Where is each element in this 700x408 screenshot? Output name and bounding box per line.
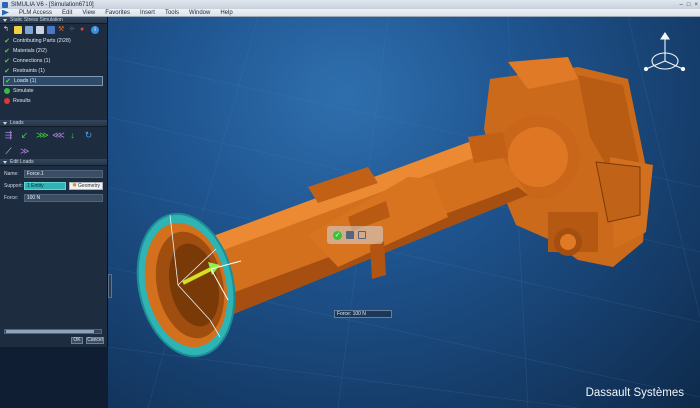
panel-scrollbar[interactable] <box>4 329 102 334</box>
context-toolbar: ✓ <box>327 226 383 244</box>
tree-item-label: Simulate <box>13 88 34 94</box>
support-label: Support: <box>4 182 23 189</box>
scrollbar-thumb[interactable] <box>6 330 94 333</box>
results-status-icon <box>4 98 10 104</box>
scene-graphics <box>108 17 700 408</box>
menu-window[interactable]: Window <box>189 10 210 16</box>
force-label: Force: <box>4 194 19 201</box>
tree-item-restraints[interactable]: ✔ Restraints (1) <box>0 66 107 76</box>
window-title: SIMULIA V6 - [Simulation6710] <box>11 1 94 8</box>
simulate-status-icon <box>4 88 10 94</box>
bearing-load-icon[interactable]: ≫ <box>20 147 29 156</box>
force-readout-label: Force: <box>337 311 352 317</box>
edit-loads-header[interactable]: Edit Loads <box>0 159 107 166</box>
compass-widget[interactable] <box>643 32 686 72</box>
force-field[interactable]: 100 N <box>23 193 103 202</box>
force-row: Force: 100 N <box>4 193 103 202</box>
3d-viewport[interactable]: ✓ Force: 100 N Dassault Systèmes <box>108 17 700 408</box>
tree-item-simulate[interactable]: Simulate <box>0 86 107 96</box>
gear-icon: ✹ <box>72 183 78 189</box>
loads-toolbar: ⇶ ↙ ⋙ ⋘ ↓ ↻ ⟋ ≫ <box>0 127 107 159</box>
name-label: Name: <box>4 170 19 177</box>
check-icon: ✔ <box>5 78 11 85</box>
axle-housing <box>484 57 653 267</box>
pin-icon[interactable]: ● <box>80 26 88 34</box>
tree-item-label: Connections (1) <box>13 58 51 64</box>
maximize-button[interactable]: □ <box>687 2 691 8</box>
menu-tools[interactable]: Tools <box>165 10 179 16</box>
tree-item-materials[interactable]: ✔ Materials (2\2) <box>0 46 107 56</box>
geometry-button-label: Geometry <box>78 182 100 189</box>
tree-item-loads[interactable]: ✔ Loads (1) <box>3 76 103 86</box>
close-button[interactable]: × <box>694 2 698 8</box>
check-icon: ✔ <box>4 58 10 65</box>
loads-title: Loads <box>10 120 24 126</box>
minimize-button[interactable]: – <box>680 2 683 8</box>
menu-help[interactable]: Help <box>220 10 232 16</box>
collapse-icon <box>3 18 7 22</box>
info-icon[interactable]: i <box>91 26 99 34</box>
ok-button[interactable]: OK <box>71 337 83 344</box>
window-controls: – □ × <box>680 0 698 9</box>
dots-icon[interactable]: ⁘ <box>69 26 77 34</box>
tree-item-label: Materials (2\2) <box>13 48 47 54</box>
menu-bar: PLM Access Edit View Favorites Insert To… <box>0 9 700 17</box>
tree-item-label: Contributing Parts (2\28) <box>13 38 71 44</box>
tree-item-connections[interactable]: ✔ Connections (1) <box>0 56 107 66</box>
grid-icon[interactable] <box>14 26 22 34</box>
check-icon: ✔ <box>4 68 10 75</box>
part-icon[interactable] <box>25 26 33 34</box>
panel-collapse-tab[interactable] <box>108 274 112 298</box>
force-readout[interactable]: Force: 100 N <box>334 310 392 318</box>
edit-loads-form: Name: Force.1 Support: 1 Entity ✹ Geomet… <box>0 166 107 208</box>
tree-item-label: Loads (1) <box>14 78 37 84</box>
edit-icon[interactable] <box>346 231 354 239</box>
support-row: Support: 1 Entity ✹ Geometry <box>4 181 103 190</box>
force-readout-value: 100 N <box>352 311 366 317</box>
tree-item-label: Results <box>13 98 31 104</box>
compass-menu-icon[interactable] <box>2 9 9 16</box>
pressure-icon[interactable]: ⇶ <box>4 131 13 140</box>
static-stress-title: Static Stress Simulation <box>10 17 63 23</box>
loads-header[interactable]: Loads <box>0 120 107 127</box>
tree-item-label: Restraints (1) <box>13 68 45 74</box>
tree-item-contributing-parts[interactable]: ✔ Contributing Parts (2\28) <box>0 36 107 46</box>
simulation-toolbar: ↰ ⚒ ⁘ ● i <box>0 24 107 36</box>
check-icon: ✔ <box>4 48 10 55</box>
cancel-button[interactable]: Cancel <box>86 337 104 344</box>
menu-favorites[interactable]: Favorites <box>105 10 130 16</box>
moment-icon[interactable]: ⋘ <box>52 131 65 140</box>
name-row: Name: Force.1 <box>4 169 103 178</box>
menu-plm-access[interactable]: PLM Access <box>19 10 52 16</box>
edit-loads-title: Edit Loads <box>10 159 34 165</box>
mesh-icon[interactable] <box>47 26 55 34</box>
support-field[interactable]: 1 Entity <box>24 181 67 190</box>
collapse-icon <box>3 160 7 164</box>
check-icon: ✔ <box>4 38 10 45</box>
rotation-icon[interactable]: ↻ <box>84 131 93 140</box>
distributed-force-icon[interactable]: ⋙ <box>36 131 49 140</box>
tool-icon[interactable]: ⚒ <box>58 26 66 34</box>
force-icon[interactable]: ↙ <box>20 131 29 140</box>
confirm-icon[interactable]: ✓ <box>333 230 342 240</box>
menu-edit[interactable]: Edit <box>62 10 72 16</box>
title-bar: SIMULIA V6 - [Simulation6710] – □ × <box>0 0 700 9</box>
tree-item-results[interactable]: Results <box>0 96 107 106</box>
watermark: Dassault Systèmes <box>585 387 684 399</box>
collapse-icon <box>3 121 7 125</box>
document-icon[interactable] <box>36 26 44 34</box>
geometry-button[interactable]: ✹ Geometry <box>69 181 103 190</box>
menu-view[interactable]: View <box>82 10 95 16</box>
app-icon <box>2 1 8 8</box>
name-field[interactable]: Force.1 <box>23 169 103 178</box>
align-icon[interactable] <box>358 231 366 239</box>
menu-insert[interactable]: Insert <box>140 10 155 16</box>
gravity-icon[interactable]: ↓ <box>68 131 77 140</box>
back-icon[interactable]: ↰ <box>3 26 11 34</box>
static-stress-header[interactable]: Static Stress Simulation <box>0 17 107 24</box>
simulation-panel: Static Stress Simulation ↰ ⚒ ⁘ ● i ✔ Con… <box>0 17 108 347</box>
selected-flange <box>136 212 236 358</box>
tool-wand-icon[interactable]: ⟋ <box>4 147 13 156</box>
